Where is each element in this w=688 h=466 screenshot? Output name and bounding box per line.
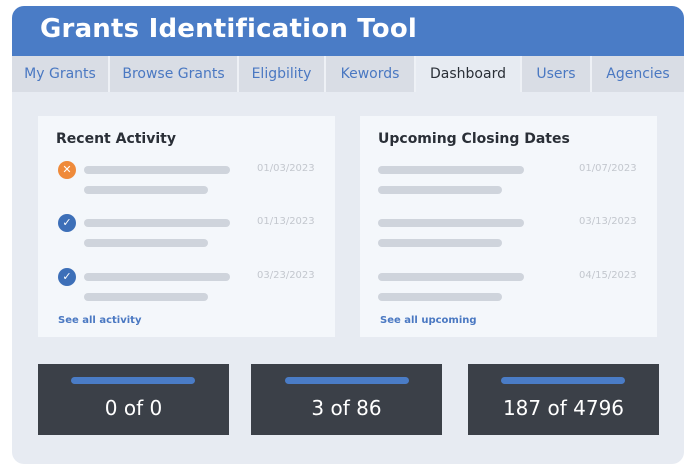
stat-value: 3 of 86 bbox=[311, 396, 382, 420]
tab-my-grants[interactable]: My Grants bbox=[12, 56, 110, 92]
tab-dashboard[interactable]: Dashboard bbox=[416, 56, 522, 92]
stat-value: 187 of 4796 bbox=[502, 396, 625, 420]
placeholder-line bbox=[84, 293, 208, 301]
stat-card[interactable]: 187 of 4796 bbox=[468, 364, 659, 435]
upcoming-item[interactable]: 04/15/2023 bbox=[360, 268, 657, 308]
placeholder-line bbox=[378, 219, 524, 227]
placeholder-line bbox=[84, 273, 230, 281]
see-all-activity-link[interactable]: See all activity bbox=[58, 315, 141, 326]
placeholder-line bbox=[378, 239, 502, 247]
closing-date: 01/07/2023 bbox=[579, 163, 637, 174]
upcoming-closing-panel: Upcoming Closing Dates 01/07/2023 03/13/… bbox=[360, 116, 657, 337]
placeholder-line bbox=[84, 186, 208, 194]
upcoming-closing-title: Upcoming Closing Dates bbox=[378, 131, 570, 147]
stat-accent-bar bbox=[71, 377, 195, 384]
closing-date: 03/13/2023 bbox=[579, 216, 637, 227]
placeholder-line bbox=[378, 273, 524, 281]
recent-activity-title: Recent Activity bbox=[56, 131, 176, 147]
placeholder-line bbox=[378, 186, 502, 194]
activity-item[interactable]: ✓ 01/13/2023 bbox=[38, 214, 335, 254]
app-window: Grants Identification Tool My Grants Bro… bbox=[12, 6, 684, 464]
activity-date: 03/23/2023 bbox=[257, 270, 315, 281]
stat-accent-bar bbox=[285, 377, 409, 384]
placeholder-line bbox=[378, 166, 524, 174]
check-icon: ✓ bbox=[58, 268, 76, 286]
tab-eligibility[interactable]: Eligbility bbox=[239, 56, 326, 92]
stat-value: 0 of 0 bbox=[104, 396, 163, 420]
tab-browse-grants[interactable]: Browse Grants bbox=[110, 56, 239, 92]
upcoming-item[interactable]: 01/07/2023 bbox=[360, 161, 657, 201]
placeholder-line bbox=[84, 239, 208, 247]
tab-keywords[interactable]: Kewords bbox=[326, 56, 416, 92]
upcoming-item[interactable]: 03/13/2023 bbox=[360, 214, 657, 254]
close-icon: ✕ bbox=[58, 161, 76, 179]
activity-date: 01/03/2023 bbox=[257, 163, 315, 174]
tab-bar: My Grants Browse Grants Eligbility Kewor… bbox=[12, 56, 684, 92]
see-all-upcoming-link[interactable]: See all upcoming bbox=[380, 315, 477, 326]
check-icon: ✓ bbox=[58, 214, 76, 232]
stat-card[interactable]: 0 of 0 bbox=[38, 364, 229, 435]
stat-accent-bar bbox=[501, 377, 625, 384]
tab-agencies[interactable]: Agencies bbox=[592, 56, 684, 92]
activity-item[interactable]: ✕ 01/03/2023 bbox=[38, 161, 335, 201]
recent-activity-panel: Recent Activity ✕ 01/03/2023 ✓ 01/13/202… bbox=[38, 116, 335, 337]
tab-users[interactable]: Users bbox=[522, 56, 592, 92]
activity-item[interactable]: ✓ 03/23/2023 bbox=[38, 268, 335, 308]
stat-card[interactable]: 3 of 86 bbox=[251, 364, 442, 435]
closing-date: 04/15/2023 bbox=[579, 270, 637, 281]
app-title: Grants Identification Tool bbox=[40, 14, 418, 44]
placeholder-line bbox=[84, 219, 230, 227]
placeholder-line bbox=[378, 293, 502, 301]
activity-date: 01/13/2023 bbox=[257, 216, 315, 227]
placeholder-line bbox=[84, 166, 230, 174]
title-bar: Grants Identification Tool bbox=[12, 6, 684, 56]
